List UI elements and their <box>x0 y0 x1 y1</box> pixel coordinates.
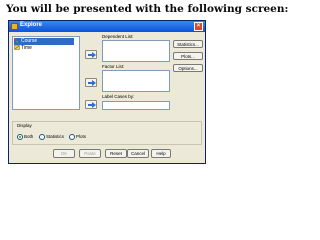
variable-label: Time <box>21 45 32 51</box>
plots-button[interactable]: Plots... <box>173 52 203 60</box>
factor-list-label: Factor List: <box>102 64 125 69</box>
variable-label: Course <box>21 38 38 44</box>
variable-item-time[interactable]: Time <box>14 45 74 52</box>
cancel-button[interactable]: Cancel <box>127 149 149 158</box>
dependent-list-box[interactable] <box>102 40 170 62</box>
reset-button[interactable]: Reset <box>105 149 127 158</box>
nominal-variable-icon <box>14 38 20 44</box>
ok-button[interactable]: OK <box>53 149 75 158</box>
options-button[interactable]: Options... <box>173 64 203 72</box>
label-cases-label: Label Cases by: <box>102 94 135 99</box>
variable-item-course[interactable]: Course <box>14 38 74 45</box>
radio-icon <box>69 134 75 140</box>
statistics-button[interactable]: Statistics... <box>173 40 203 48</box>
dependent-list-label: Dependent List: <box>102 34 134 39</box>
variable-list[interactable]: Course Time <box>12 36 80 110</box>
app-icon <box>11 23 18 30</box>
dialog-titlebar: Explore ✕ <box>9 21 205 32</box>
radio-icon <box>39 134 45 140</box>
close-button[interactable]: ✕ <box>194 22 203 31</box>
explore-dialog: Explore ✕ Course Time Dependent List: Fa… <box>8 20 206 164</box>
label-cases-box[interactable] <box>102 101 170 110</box>
display-group: Display Both Statistics Plots <box>12 121 202 145</box>
factor-list-box[interactable] <box>102 70 170 92</box>
display-both-radio[interactable]: Both <box>17 134 33 140</box>
help-button[interactable]: Help <box>151 149 171 158</box>
display-statistics-radio[interactable]: Statistics <box>39 134 64 140</box>
move-to-factor-button[interactable] <box>85 78 97 87</box>
radio-selected-icon <box>17 134 23 140</box>
move-to-label-cases-button[interactable] <box>85 100 97 109</box>
display-plots-radio[interactable]: Plots <box>69 134 86 140</box>
move-to-dependent-button[interactable] <box>85 50 97 59</box>
slide-caption: You will be presented with the following… <box>6 3 289 15</box>
scale-variable-icon <box>14 45 20 50</box>
display-group-label: Display <box>17 123 32 128</box>
dialog-title: Explore <box>20 22 43 28</box>
paste-button[interactable]: Paste <box>79 149 101 158</box>
